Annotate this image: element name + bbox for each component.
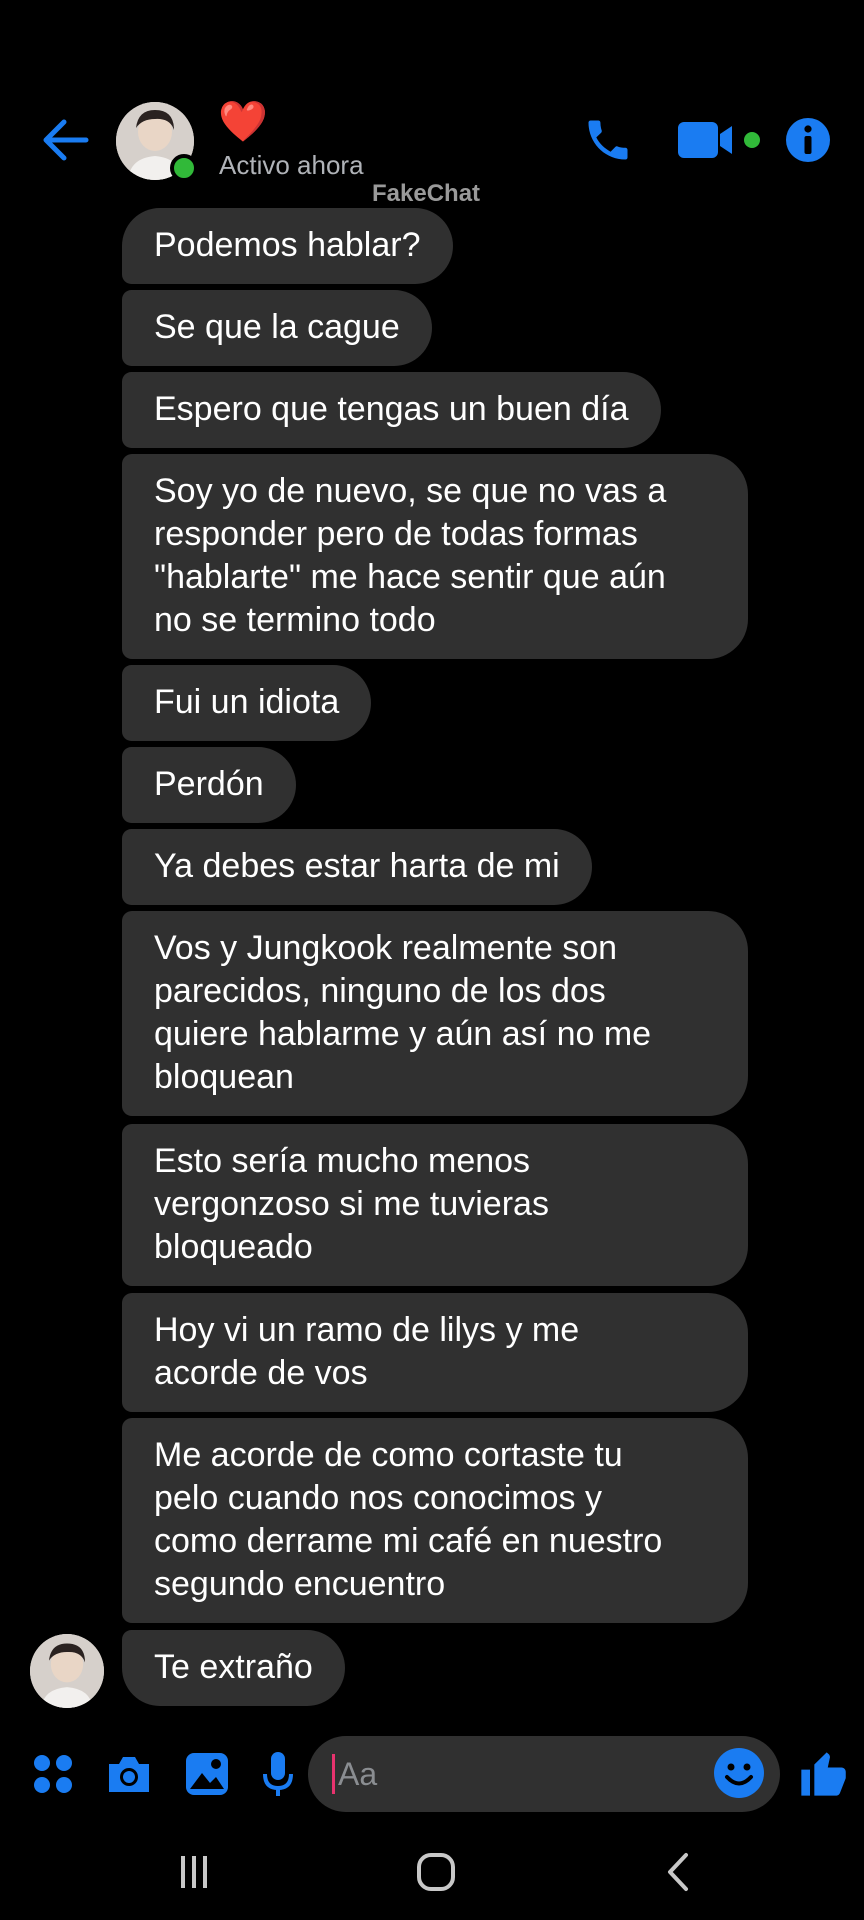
message-bubble[interactable]: Espero que tengas un buen día	[122, 372, 661, 448]
message-bubble[interactable]: Hoy vi un ramo de lilys y me acorde de v…	[122, 1293, 748, 1412]
message-input[interactable]: Aa	[308, 1736, 780, 1812]
message-bubble[interactable]: Esto sería mucho menos vergonzoso si me …	[122, 1124, 748, 1286]
microphone-icon	[263, 1752, 293, 1796]
apps-grid-icon	[34, 1755, 72, 1793]
emoji-button[interactable]	[712, 1746, 766, 1800]
recents-icon	[181, 1856, 207, 1888]
text-caret	[332, 1754, 335, 1794]
system-navigation-bar	[0, 1820, 864, 1920]
system-back-button[interactable]	[660, 1850, 696, 1894]
sender-avatar[interactable]	[30, 1634, 104, 1708]
contact-status: Activo ahora	[219, 150, 364, 180]
message-bubble[interactable]: Podemos hablar?	[122, 208, 453, 284]
gallery-button[interactable]	[182, 1746, 232, 1802]
home-button[interactable]	[412, 1850, 460, 1894]
online-status-dot	[170, 154, 198, 182]
contact-avatar[interactable]	[116, 102, 198, 182]
message-bubble[interactable]: Vos y Jungkook realmente son parecidos, …	[122, 911, 748, 1116]
apps-button[interactable]	[30, 1746, 76, 1802]
message-bubble[interactable]: Se que la cague	[122, 290, 432, 366]
message-bubble[interactable]: Perdón	[122, 747, 296, 823]
home-icon	[417, 1853, 455, 1891]
recents-button[interactable]	[172, 1850, 216, 1894]
emoji-icon	[714, 1748, 764, 1798]
back-icon	[668, 1853, 688, 1891]
watermark: FakeChat	[372, 180, 481, 207]
voice-call-button[interactable]	[578, 108, 638, 172]
message-bubble[interactable]: Fui un idiota	[122, 665, 372, 741]
message-bubble[interactable]: Soy yo de nuevo, se que no vas a respond…	[122, 454, 748, 659]
back-arrow-button[interactable]	[38, 112, 94, 168]
camera-icon	[109, 1757, 149, 1792]
conversation-header: ❤️ Activo ahora FakeChat	[0, 0, 864, 207]
message-bubble[interactable]: Ya debes estar harta de mi	[122, 829, 592, 905]
video-call-button[interactable]	[676, 108, 764, 172]
microphone-button[interactable]	[258, 1746, 298, 1802]
message-bubble[interactable]: Te extraño	[122, 1630, 345, 1706]
message-composer: Aa	[0, 1730, 864, 1816]
like-button[interactable]	[796, 1746, 850, 1802]
camera-button[interactable]	[104, 1746, 154, 1802]
video-camera-icon	[678, 122, 760, 158]
input-placeholder: Aa	[338, 1756, 378, 1792]
gallery-icon	[186, 1753, 228, 1795]
phone-icon	[588, 120, 628, 160]
back-arrow-icon	[43, 119, 89, 161]
info-button[interactable]	[782, 108, 834, 172]
thumbs-up-icon	[801, 1752, 846, 1796]
contact-name[interactable]: ❤️	[218, 100, 268, 144]
info-icon	[786, 118, 830, 162]
message-bubble[interactable]: Me acorde de como cortaste tu pelo cuand…	[122, 1418, 748, 1623]
